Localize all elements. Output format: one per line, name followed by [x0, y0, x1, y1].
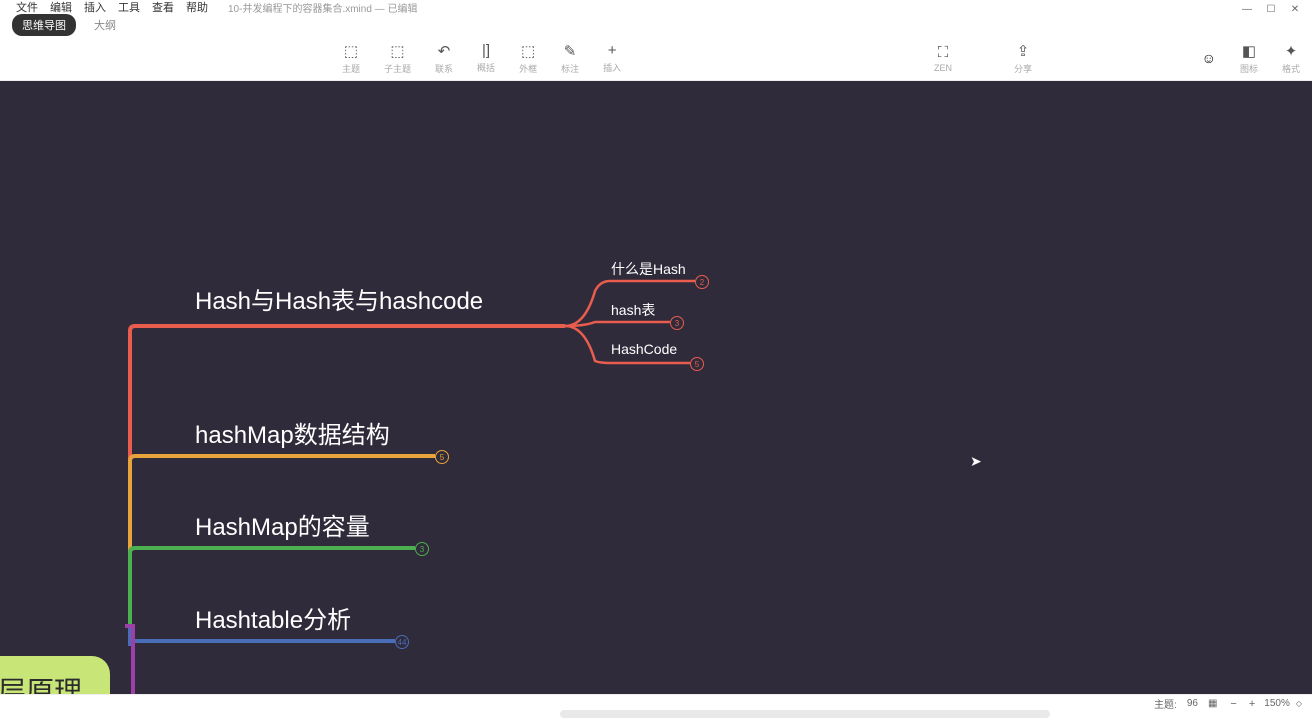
tool-biaozhu[interactable]: ✎标注 — [561, 42, 579, 75]
tool-tubiao[interactable]: ◧图标 — [1240, 42, 1258, 75]
maximize-button[interactable]: ☐ — [1266, 4, 1276, 14]
zoom-out-button[interactable]: − — [1227, 698, 1239, 710]
zoom-level[interactable]: 150% — [1264, 698, 1290, 709]
topic-count-label: 主题: — [1154, 696, 1177, 711]
topic-icon: ⬚ — [344, 42, 358, 60]
menu-tools[interactable]: 工具 — [118, 0, 140, 15]
toolbar: ⬚主题 ⬚子主题 ↶联系 |]概括 ⬚外框 ✎标注 +插入 ⛶ZEN ⇪分享 ☺… — [0, 36, 1312, 81]
minimize-button[interactable]: — — [1242, 4, 1252, 14]
note-icon: ✎ — [564, 42, 577, 60]
map-icon[interactable]: ▦ — [1208, 698, 1217, 709]
menu-help[interactable]: 帮助 — [186, 0, 208, 15]
badge-5[interactable]: 3 — [415, 542, 429, 556]
mindmap-canvas[interactable]: 层原理 Hash与Hash表与hashcode 什么是Hash 2 hash表 … — [0, 81, 1312, 694]
branch-hashmap-cap[interactable]: HashMap的容量 — [195, 507, 370, 542]
tool-zhuti[interactable]: ⬚主题 — [342, 42, 360, 75]
tool-geshi[interactable]: ✦格式 — [1282, 42, 1300, 75]
zen-icon: ⛶ — [938, 44, 949, 61]
menu-view[interactable]: 查看 — [152, 0, 174, 15]
horizontal-scrollbar[interactable] — [560, 710, 1050, 718]
summary-icon: |] — [482, 42, 490, 59]
menu-edit[interactable]: 编辑 — [50, 0, 72, 15]
smile-icon[interactable]: ☺ — [1202, 50, 1216, 66]
format-icon: ✦ — [1285, 42, 1298, 60]
boundary-icon: ⬚ — [521, 42, 535, 60]
share-icon: ⇪ — [1017, 42, 1030, 60]
badge-6[interactable]: 44 — [395, 635, 409, 649]
sub-hashcode[interactable]: HashCode — [611, 341, 677, 357]
relation-icon: ↶ — [438, 42, 451, 60]
tool-zen[interactable]: ⛶ZEN — [934, 44, 952, 73]
topic-count: 96 — [1187, 698, 1198, 709]
sub-what-hash[interactable]: 什么是Hash — [611, 259, 686, 279]
tool-share[interactable]: ⇪分享 — [1014, 42, 1032, 75]
menu-insert[interactable]: 插入 — [84, 0, 106, 15]
badge-3[interactable]: 5 — [690, 357, 704, 371]
icons-icon: ◧ — [1242, 42, 1256, 60]
tool-zizhuti[interactable]: ⬚子主题 — [384, 42, 411, 75]
sub-hash-table[interactable]: hash表 — [611, 300, 655, 320]
badge-2[interactable]: 3 — [670, 316, 684, 330]
menu-file[interactable]: 文件 — [16, 0, 38, 15]
subtopic-icon: ⬚ — [390, 42, 404, 60]
branch-hashmap-struct[interactable]: hashMap数据结构 — [195, 415, 390, 450]
tab-outline[interactable]: 大纲 — [84, 14, 126, 36]
badge-1[interactable]: 2 — [695, 275, 709, 289]
branch-hashtable[interactable]: Hashtable分析 — [195, 600, 351, 635]
tool-charu[interactable]: +插入 — [603, 42, 621, 75]
tool-gaikuo[interactable]: |]概括 — [477, 42, 495, 75]
tab-mindmap[interactable]: 思维导图 — [12, 14, 76, 36]
branch-hash[interactable]: Hash与Hash表与hashcode — [195, 281, 483, 316]
mouse-cursor: ➤ — [970, 453, 982, 470]
badge-4[interactable]: 5 — [435, 450, 449, 464]
zoom-dropdown-icon[interactable]: ◇ — [1296, 699, 1302, 708]
document-title: 10-并发编程下的容器集合.xmind — 已编辑 — [228, 0, 417, 15]
insert-icon: + — [608, 42, 617, 59]
tool-waikuang[interactable]: ⬚外框 — [519, 42, 537, 75]
tool-lianxian[interactable]: ↶联系 — [435, 42, 453, 75]
root-node[interactable]: 层原理 — [0, 656, 110, 694]
close-button[interactable]: ✕ — [1290, 4, 1300, 14]
zoom-in-button[interactable]: + — [1246, 698, 1258, 710]
branch-write-hashmap[interactable]: 手写HashMap — [195, 689, 346, 694]
